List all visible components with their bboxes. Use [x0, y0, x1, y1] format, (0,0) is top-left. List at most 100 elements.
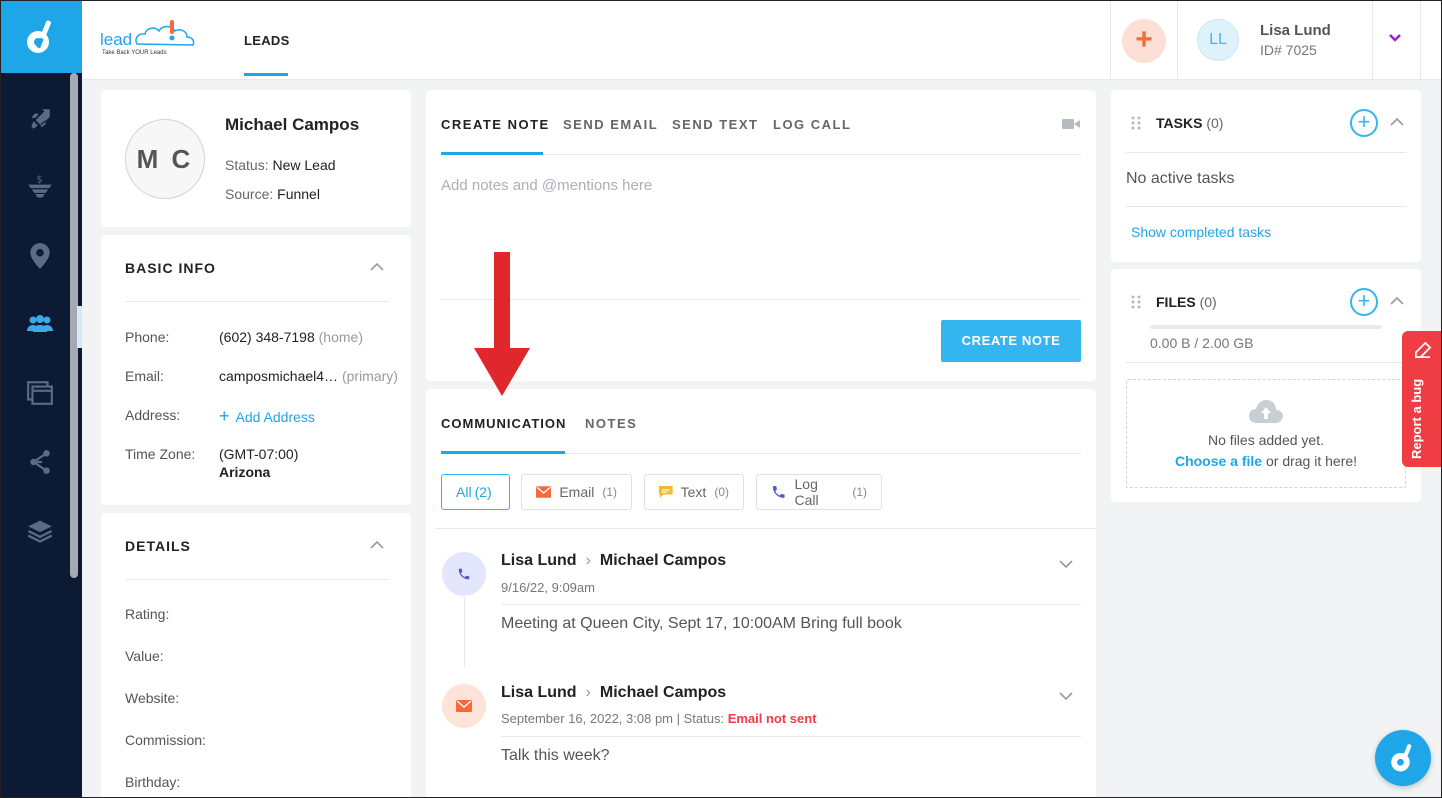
add-file-button[interactable]: +	[1350, 288, 1378, 316]
call-entry-icon	[442, 552, 486, 596]
basic-info-card: BASIC INFO Phone: (602) 348-7198 (home) …	[101, 235, 411, 505]
chevron-up-icon[interactable]	[1390, 296, 1404, 306]
tasks-title: TASKS (0)	[1156, 115, 1224, 131]
files-choose-line: Choose a file or drag it here!	[1174, 453, 1358, 469]
address-label: Address:	[125, 407, 181, 423]
choose-file-link[interactable]: Choose a file	[1175, 453, 1262, 469]
tab-send-text[interactable]: SEND TEXT	[672, 117, 758, 132]
tab-notes[interactable]: NOTES	[585, 416, 637, 431]
sidebar-item-layers[interactable]	[22, 513, 58, 549]
details-card: DETAILS Rating: Value: Website: Commissi…	[101, 513, 411, 798]
filter-email[interactable]: Email (1)	[521, 474, 632, 510]
plus-icon: +	[219, 406, 230, 426]
user-avatar[interactable]: LL	[1197, 19, 1239, 61]
sidebar-item-funnel[interactable]: $	[22, 169, 58, 205]
divider	[125, 579, 388, 580]
top-header: lead Take Back YOUR Leads LEADS + LL Lis…	[82, 0, 1442, 80]
add-address-link[interactable]: + Add Address	[219, 406, 315, 427]
phone-label: Phone:	[125, 329, 170, 345]
tab-communication[interactable]: COMMUNICATION	[441, 416, 566, 431]
lead-source-value: Funnel	[277, 186, 320, 202]
layers-icon	[27, 520, 53, 543]
chevron-down-icon[interactable]	[1058, 559, 1074, 569]
birthday-label: Birthday:	[125, 774, 181, 790]
user-menu-chevron-icon[interactable]	[1388, 31, 1402, 45]
sidebar-item-windows[interactable]	[22, 375, 58, 411]
sidebar-item-rocket[interactable]	[22, 101, 58, 137]
details-title: DETAILS	[125, 538, 191, 554]
chat-bubble-icon	[659, 486, 673, 498]
envelope-icon	[456, 700, 472, 712]
help-launcher-button[interactable]	[1375, 730, 1431, 786]
user-id: ID# 7025	[1260, 42, 1317, 58]
tasks-empty-text: No active tasks	[1126, 170, 1235, 187]
entry-participants: Lisa Lund › Michael Campos	[501, 684, 727, 701]
drag-handle-icon[interactable]	[1131, 116, 1141, 130]
profile-card: M C Michael Campos Status: New Lead Sour…	[101, 90, 411, 227]
timezone-value[interactable]: (GMT-07:00)	[219, 446, 298, 462]
tab-log-call[interactable]: LOG CALL	[773, 117, 851, 132]
sidebar-item-contacts[interactable]	[22, 306, 58, 342]
commission-label: Commission:	[125, 732, 206, 748]
lead-source: Source: Funnel	[225, 186, 320, 202]
header-divider	[1110, 0, 1111, 80]
pencil-icon	[1414, 341, 1432, 359]
rating-label: Rating:	[125, 606, 170, 622]
app-logo[interactable]	[0, 0, 82, 73]
annotation-arrow-icon	[474, 252, 530, 396]
divider	[1126, 206, 1406, 207]
header-divider	[1177, 0, 1178, 80]
app-logo-icon	[1391, 744, 1412, 772]
sidebar-item-network[interactable]	[22, 444, 58, 480]
storage-text: 0.00 B / 2.00 GB	[1150, 335, 1254, 351]
files-card: FILES (0) + 0.00 B / 2.00 GB No files ad…	[1111, 269, 1421, 502]
basic-info-title: BASIC INFO	[125, 260, 216, 276]
show-completed-tasks-link[interactable]: Show completed tasks	[1131, 224, 1271, 240]
divider	[1126, 362, 1406, 363]
filter-text[interactable]: Text (0)	[644, 474, 744, 510]
filter-all[interactable]: All (2)	[441, 474, 510, 510]
email-label: Email:	[125, 368, 164, 384]
phone-value[interactable]: (602) 348-7198 (home)	[219, 329, 363, 345]
divider	[501, 604, 1081, 605]
entry-timestamp: 9/16/22, 9:09am	[501, 580, 595, 595]
tab-create-note[interactable]: CREATE NOTE	[441, 117, 550, 132]
lead-status-value[interactable]: New Lead	[272, 157, 335, 173]
chevron-up-icon[interactable]	[369, 261, 385, 273]
network-icon	[30, 450, 50, 474]
sidebar-active-indicator	[77, 306, 82, 348]
quick-add-button[interactable]: +	[1122, 19, 1166, 63]
note-input[interactable]: Add notes and @mentions here	[441, 177, 652, 194]
create-note-button[interactable]: CREATE NOTE	[941, 320, 1081, 362]
entry-participants: Lisa Lund › Michael Campos	[501, 552, 727, 569]
brand-cloud-icon	[135, 20, 195, 46]
video-camera-icon[interactable]	[1062, 118, 1080, 130]
app-logo-icon	[27, 20, 51, 53]
file-dropzone[interactable]: No files added yet. Choose a file or dra…	[1126, 379, 1406, 488]
location-pin-icon	[30, 243, 50, 269]
chevron-up-icon[interactable]	[369, 539, 385, 551]
header-divider	[1420, 0, 1421, 80]
tab-communication-underline	[441, 451, 565, 454]
email-value[interactable]: camposmichael4… (primary)	[219, 368, 398, 384]
lead-avatar: M C	[125, 119, 205, 199]
report-bug-button[interactable]: Report a bug	[1402, 331, 1442, 467]
user-name[interactable]: Lisa Lund	[1260, 22, 1331, 39]
divider	[436, 528, 1096, 529]
chevron-down-icon[interactable]	[1058, 691, 1074, 701]
files-empty-text: No files added yet.	[1208, 432, 1324, 448]
tab-send-email[interactable]: SEND EMAIL	[563, 117, 658, 132]
filter-log-call[interactable]: Log Call (1)	[756, 474, 882, 510]
rocket-icon	[31, 109, 50, 129]
sidebar-item-location[interactable]	[22, 238, 58, 274]
website-label: Website:	[125, 690, 180, 706]
tab-leads-underline	[244, 73, 288, 76]
phone-icon	[772, 486, 785, 498]
lead-status: Status: New Lead	[225, 157, 336, 173]
chevron-up-icon[interactable]	[1390, 117, 1404, 127]
timezone-city: Arizona	[219, 464, 271, 480]
drag-handle-icon[interactable]	[1131, 295, 1141, 309]
add-task-button[interactable]: +	[1350, 109, 1378, 137]
tab-leads[interactable]: LEADS	[244, 33, 290, 48]
communication-card: COMMUNICATION NOTES All (2) Email (1) Text…	[426, 389, 1096, 798]
